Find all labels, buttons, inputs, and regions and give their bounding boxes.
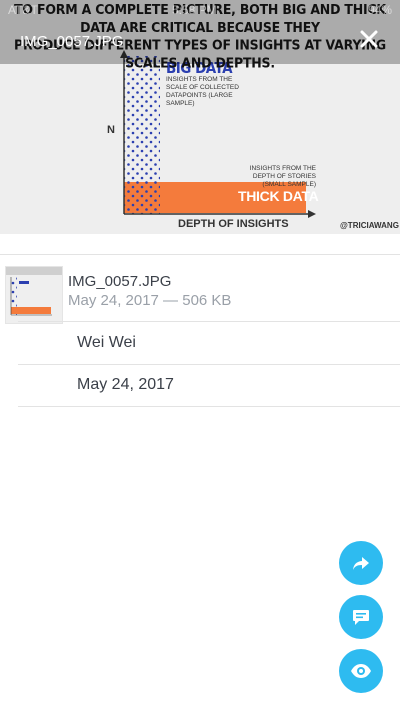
image-credit: @TRICIAWANG [340,221,399,230]
file-name: IMG_0057.JPG [68,273,172,290]
comment-button[interactable] [339,595,383,639]
close-icon[interactable] [358,28,380,50]
view-button[interactable] [339,649,383,693]
thick-data-label: THICK DATA [238,188,319,204]
share-button[interactable] [339,541,383,585]
big-data-subtitle: INSIGHTS FROM THE SCALE OF COLLECTED DAT… [166,76,239,107]
divider [18,321,400,322]
carrier-label: AT&T [8,3,38,17]
status-time: 5:58 PM [172,3,217,17]
comment-icon [353,610,369,625]
y-axis-label: N [107,124,115,136]
thick-data-subtitle: INSIGHTS FROM THE DEPTH OF STORIES (SMAL… [249,165,316,188]
divider [18,406,400,407]
battery-label: 94% [367,3,392,17]
file-thumbnail [5,266,63,324]
header-filename: IMG_0057.JPG [20,33,124,50]
share-icon [353,557,369,570]
eye-icon [351,664,371,678]
x-axis-label: DEPTH OF INSIGHTS [178,218,289,230]
file-row[interactable]: IMG_0057.JPG May 24, 2017 — 506 KB [0,254,400,324]
divider [18,364,400,365]
image-preview[interactable]: BIG DATA INSIGHTS FROM THE SCALE OF COLL… [0,0,400,234]
author-name: Wei Wei [77,334,136,351]
file-meta: May 24, 2017 — 506 KB [68,292,232,309]
file-date: May 24, 2017 [77,376,174,393]
